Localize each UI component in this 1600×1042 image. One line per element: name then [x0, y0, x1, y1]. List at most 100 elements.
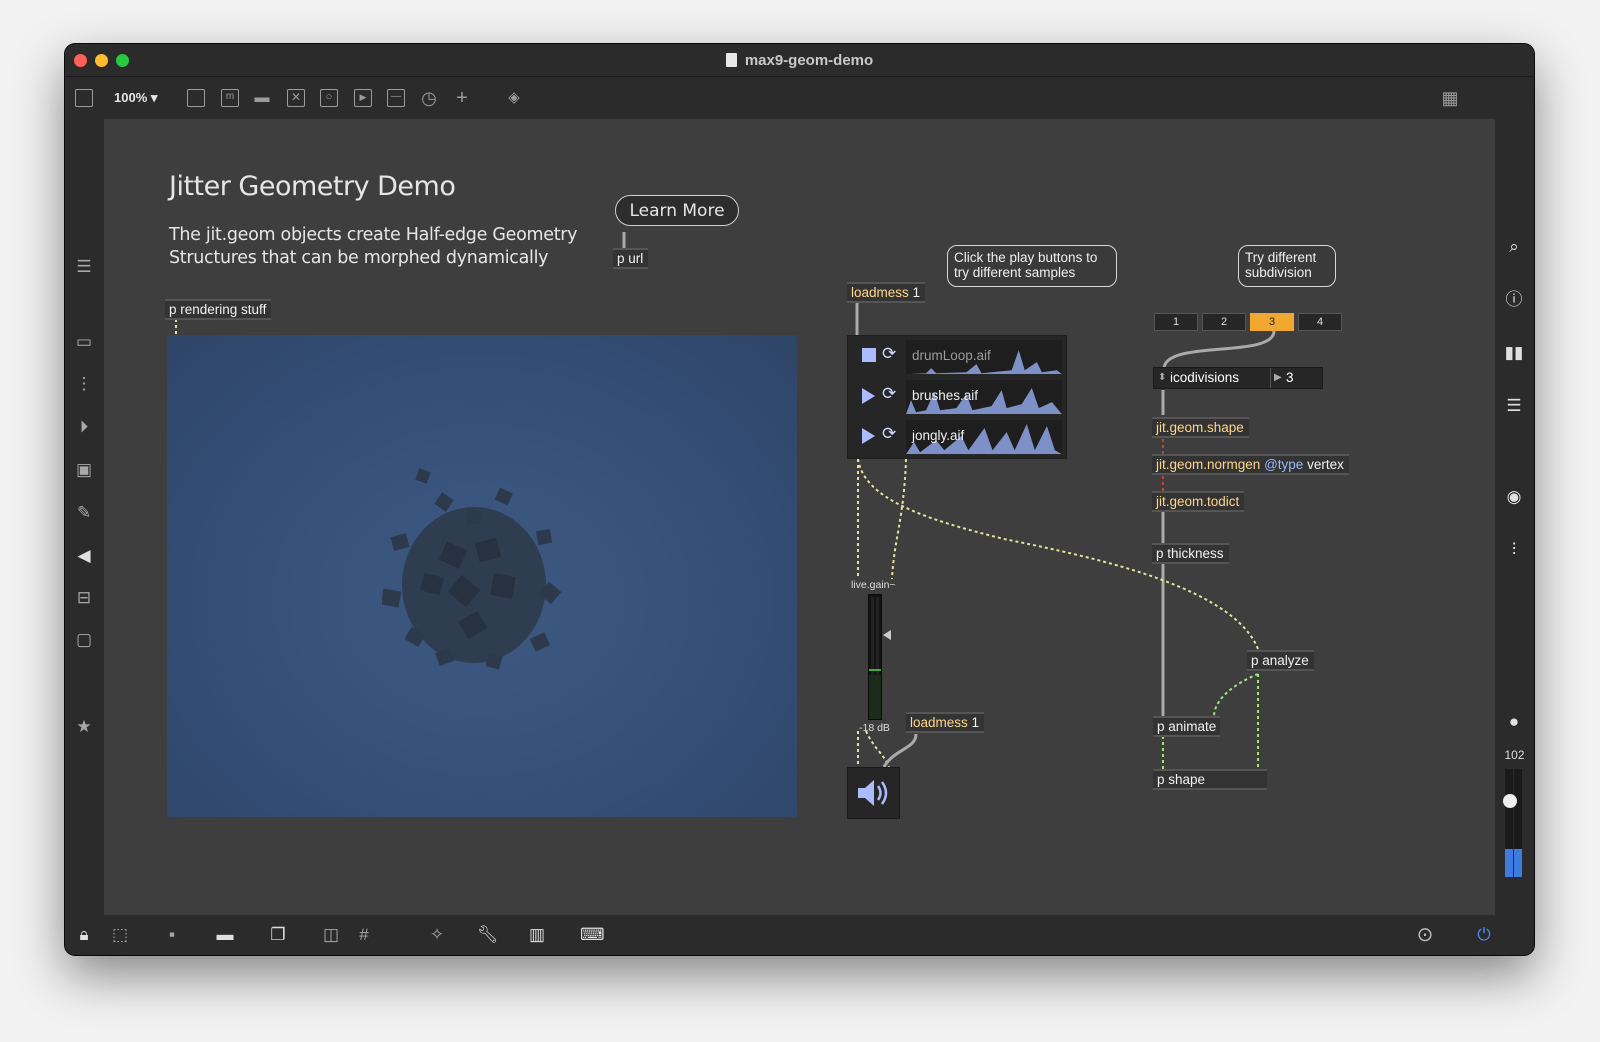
- menu-icon[interactable]: ☰: [74, 257, 94, 277]
- volume-meter-right: [1514, 769, 1522, 877]
- gain-db-readout: -18 dB: [859, 722, 890, 734]
- grid-view-icon[interactable]: ▦: [1441, 89, 1459, 107]
- play-buttons-callout: Click the play buttons to try different …: [947, 245, 1117, 287]
- playlist-row[interactable]: ⟳ drumLoop.aif: [848, 336, 1066, 376]
- stepper-arrows-icon: ⬍: [1158, 372, 1167, 383]
- jit-geom-todict-object[interactable]: jit.geom.todict: [1152, 491, 1245, 512]
- p-analyze-object[interactable]: p analyze: [1247, 650, 1314, 671]
- jit-geom-normgen-object[interactable]: jit.geom.normgen @type vertex: [1152, 454, 1349, 475]
- subdivision-segment-selected[interactable]: 3: [1250, 313, 1294, 331]
- new-toggle-icon[interactable]: ○: [320, 89, 338, 107]
- reference-icon[interactable]: ▮▮: [1504, 343, 1524, 363]
- right-sidebar: ⌕ ⓘ ▮▮ ☰ ◉ ⫶ ● 102: [1495, 119, 1534, 915]
- ezdac-speaker[interactable]: [847, 767, 900, 819]
- loop-icon[interactable]: ⟳: [882, 424, 896, 444]
- title-bar: max9-geom-demo: [65, 44, 1534, 77]
- page-description: The jit.geom objects create Half-edge Ge…: [169, 225, 578, 268]
- new-number-icon[interactable]: —: [387, 89, 405, 107]
- mixer-icon[interactable]: ⫶: [1504, 540, 1524, 560]
- zoom-menu[interactable]: 100% ▾: [114, 90, 157, 106]
- subdivision-segment[interactable]: 2: [1202, 313, 1246, 331]
- favorites-icon[interactable]: ★: [74, 717, 94, 737]
- new-slider-icon[interactable]: ▶: [354, 89, 372, 107]
- icodivisions-label: icodivisions: [1170, 370, 1240, 385]
- paint-bucket-icon[interactable]: ◈: [505, 89, 523, 107]
- top-toolbar: 100% ▾ m ▬ ✕ ○ ▶ — ◷ + ◈ ▦: [65, 77, 1534, 119]
- normgen-value: vertex: [1307, 457, 1344, 472]
- geom-shape-text: jit.geom.shape: [1156, 420, 1244, 435]
- new-object-plus-icon[interactable]: +: [453, 88, 471, 108]
- loadmess-top-arg: 1: [912, 285, 921, 300]
- p-animate-object[interactable]: p animate: [1153, 716, 1220, 737]
- playlist-row[interactable]: ⟳ brushes.aif: [848, 376, 1066, 416]
- learn-more-button[interactable]: Learn More: [615, 195, 739, 226]
- play-button[interactable]: [862, 388, 875, 404]
- subdivision-callout: Try different subdivision: [1238, 245, 1336, 287]
- new-message-icon[interactable]: m: [221, 89, 239, 107]
- max-patcher-window: max9-geom-demo 100% ▾ m ▬ ✕ ○ ▶ — ◷ + ◈ …: [65, 44, 1534, 955]
- new-button-icon[interactable]: ✕: [287, 89, 305, 107]
- volume-slider-handle[interactable]: [1503, 794, 1517, 808]
- todict-text: jit.geom.todict: [1156, 494, 1240, 509]
- gain-slider-arrow[interactable]: [883, 630, 891, 640]
- normgen-attr: @type: [1264, 457, 1304, 472]
- lock-icon[interactable]: 🔒︎: [74, 925, 94, 945]
- p-thickness-object[interactable]: p thickness: [1152, 543, 1229, 564]
- snapshot-icon[interactable]: ◉: [1504, 487, 1524, 507]
- window-title-text: max9-geom-demo: [744, 52, 874, 69]
- volume-readout: 102: [1504, 748, 1525, 762]
- new-object-icon[interactable]: [187, 89, 205, 107]
- info-icon[interactable]: ⓘ: [1504, 290, 1524, 310]
- document-icon: [725, 53, 737, 67]
- new-dial-icon[interactable]: ◷: [420, 89, 438, 107]
- normgen-name: jit.geom.normgen: [1156, 457, 1261, 472]
- playlist-object[interactable]: ⟳ drumLoop.aif ⟳ brushes.aif ⟳ jongly.ai…: [847, 335, 1067, 459]
- page-title: Jitter Geometry Demo: [169, 171, 456, 202]
- console-icon[interactable]: ☰: [1504, 396, 1524, 416]
- playlist-row[interactable]: ⟳ jongly.aif: [848, 416, 1066, 456]
- video-icon[interactable]: ⏵: [74, 417, 94, 437]
- window-title: max9-geom-demo: [65, 52, 1534, 69]
- play-callout-text: Click the play buttons to try different …: [954, 250, 1098, 280]
- volume-meter[interactable]: [1505, 769, 1513, 877]
- image-icon[interactable]: ▣: [74, 460, 94, 480]
- loadmess-top-keyword: loadmess: [851, 285, 909, 300]
- audio-icon[interactable]: ⋮: [74, 374, 94, 394]
- loadmess-object-bottom[interactable]: loadmess 1: [906, 712, 985, 733]
- new-comment-icon[interactable]: ▬: [253, 89, 271, 107]
- connector-icon[interactable]: ⊟: [74, 588, 94, 608]
- p-shape-object[interactable]: p shape: [1153, 769, 1267, 790]
- search-icon[interactable]: ⌕: [1504, 237, 1524, 257]
- loadmess-bottom-arg: 1: [971, 715, 980, 730]
- paperclip-icon[interactable]: ✎: [74, 503, 94, 523]
- subdivision-segment[interactable]: 1: [1154, 313, 1198, 331]
- left-sidebar: ☰ ▭ ⋮ ⏵ ▣ ✎ ◀ ⊟ ▢ ★: [65, 119, 104, 915]
- geometry-sphere: [382, 468, 562, 670]
- p-rendering-stuff-object[interactable]: p rendering stuff: [165, 299, 272, 320]
- loop-icon[interactable]: ⟳: [882, 384, 896, 404]
- subdiv-callout-text: Try different subdivision: [1245, 250, 1317, 280]
- live-gain-label: live.gain~: [851, 579, 896, 591]
- sample-filename: jongly.aif: [912, 428, 965, 443]
- sample-filename: drumLoop.aif: [912, 348, 991, 363]
- plugin-icon[interactable]: ◀: [74, 546, 94, 566]
- stop-button[interactable]: [862, 348, 876, 362]
- loop-icon[interactable]: ⟳: [882, 344, 896, 364]
- loadmess-object-top[interactable]: loadmess 1: [847, 282, 926, 303]
- subdivision-segment[interactable]: 4: [1298, 313, 1342, 331]
- cpu-dial-icon[interactable]: ●: [1504, 712, 1524, 732]
- icodivisions-attrui[interactable]: ⬍ icodivisions ▶ 3: [1153, 367, 1323, 389]
- object-browser-icon[interactable]: ▭: [74, 332, 94, 352]
- numbox-arrow-icon: ▶: [1274, 372, 1282, 383]
- jit-world-viewport[interactable]: [167, 335, 797, 817]
- play-button[interactable]: [862, 428, 875, 444]
- speaker-icon: [858, 780, 888, 806]
- frame-icon[interactable]: ▢: [74, 630, 94, 650]
- jit-geom-shape-object[interactable]: jit.geom.shape: [1152, 417, 1249, 438]
- p-url-object[interactable]: p url: [613, 248, 649, 269]
- icodivisions-value[interactable]: 3: [1286, 368, 1294, 388]
- live-gain-slider[interactable]: [868, 594, 882, 720]
- patcher-canvas[interactable]: Jitter Geometry Demo The jit.geom object…: [104, 119, 1495, 915]
- sidebar-toggle-icon[interactable]: [75, 89, 93, 107]
- loadmess-bottom-keyword: loadmess: [910, 715, 968, 730]
